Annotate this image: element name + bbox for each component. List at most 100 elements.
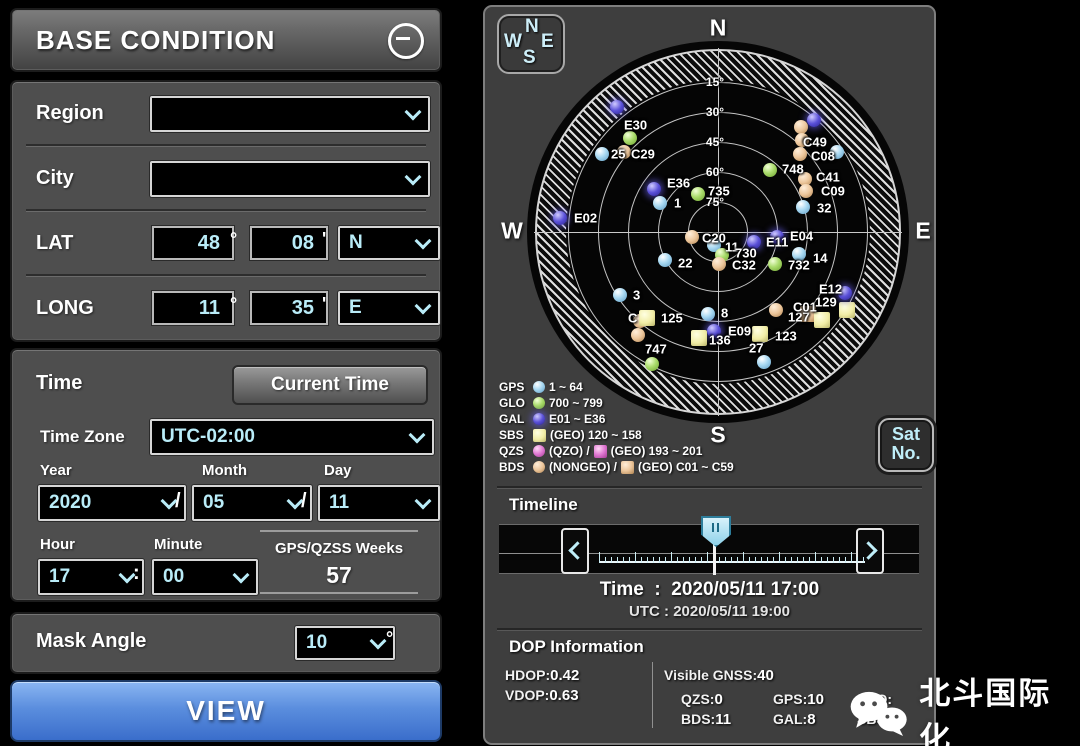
- satellite-E30[interactable]: [610, 100, 624, 114]
- chevron-left-icon: [568, 541, 586, 559]
- compass-w-label: W: [504, 31, 522, 53]
- long-minutes-input[interactable]: 35: [250, 291, 328, 325]
- satellite-C09[interactable]: [799, 184, 813, 198]
- ruler-tick: [851, 552, 852, 563]
- lat-label: LAT: [36, 232, 73, 255]
- month-select[interactable]: 05: [192, 485, 312, 521]
- legend-gps-label: GPS: [499, 380, 529, 394]
- utc-time-text: UTC : 2020/05/11 19:00: [485, 603, 934, 620]
- satellite-3[interactable]: [613, 288, 627, 302]
- satellite-unlabeled[interactable]: [645, 357, 659, 371]
- mask-angle-label: Mask Angle: [36, 630, 146, 653]
- utc-value: 2020/05/11 19:00: [673, 603, 790, 620]
- satellite-C32[interactable]: [712, 257, 726, 271]
- ruler-tick: [827, 557, 828, 563]
- satellite-125[interactable]: [639, 310, 655, 326]
- satellite-label: C: [628, 311, 637, 326]
- divider: [260, 592, 418, 594]
- collapse-icon[interactable]: [388, 23, 424, 59]
- satellite-8[interactable]: [701, 307, 715, 321]
- satellite-E02[interactable]: [553, 211, 567, 225]
- sat-no-button[interactable]: Sat No.: [878, 418, 934, 472]
- lat-degrees-input[interactable]: 48: [152, 226, 234, 260]
- minute-select[interactable]: 00: [152, 559, 258, 595]
- hdop-label: HDOP:: [505, 667, 550, 683]
- legend-row-glo: GLO 700 ~ 799: [499, 396, 603, 410]
- lat-minutes-input[interactable]: 08: [250, 226, 328, 260]
- satellite-136[interactable]: [691, 330, 707, 346]
- ruler-baseline: [599, 561, 865, 563]
- ruler-tick: [599, 552, 600, 563]
- ruler-tick: [743, 552, 744, 563]
- satellite-unlabeled[interactable]: [807, 113, 821, 127]
- year-select[interactable]: 2020: [38, 485, 186, 521]
- region-select[interactable]: [150, 96, 430, 132]
- time-label: Time: [600, 579, 644, 600]
- lat-direction-select[interactable]: N: [338, 226, 440, 260]
- month-label: Month: [202, 462, 247, 479]
- satellite-127[interactable]: [769, 303, 783, 317]
- ruler-tick: [791, 557, 792, 563]
- divider: [497, 486, 922, 489]
- sat-no-line2: No.: [880, 443, 932, 464]
- satellite-unlabeled[interactable]: [794, 120, 808, 134]
- satellite-unlabeled[interactable]: [623, 131, 637, 145]
- day-select[interactable]: 11: [318, 485, 440, 521]
- satellite-label: 748: [782, 162, 804, 177]
- ruler-tick: [863, 557, 864, 563]
- bds-square-icon: [621, 461, 634, 474]
- satellite-E36[interactable]: [647, 182, 661, 196]
- vdop-item: VDOP:0.63: [505, 687, 579, 705]
- city-select[interactable]: [150, 161, 430, 197]
- ruler-tick: [839, 557, 840, 563]
- chevron-down-icon: [415, 232, 432, 249]
- degree-symbol: °: [230, 294, 237, 315]
- legend-bds-nongeo-text: (NONGEO) /: [549, 460, 617, 474]
- satellite-747[interactable]: [631, 328, 645, 342]
- satellite-129[interactable]: [839, 302, 855, 318]
- ruler-tick: [749, 557, 750, 563]
- satellite-label: 129: [815, 295, 837, 310]
- ruler-tick: [761, 557, 762, 563]
- panel-title: BASE CONDITION: [36, 10, 275, 70]
- dop-title: DOP Information: [509, 637, 644, 657]
- satellite-label: C08: [811, 149, 835, 164]
- view-button[interactable]: VIEW: [10, 680, 442, 742]
- satellite-label: C09: [821, 184, 845, 199]
- vdop-value: 0.63: [549, 687, 578, 704]
- day-label: Day: [324, 462, 352, 479]
- gps-count-label: GPS:: [773, 691, 807, 707]
- ruler-tick: [647, 557, 648, 563]
- satellite-C20[interactable]: [685, 230, 699, 244]
- time-label: Time: [36, 372, 82, 395]
- satellite-27[interactable]: [757, 355, 771, 369]
- satellite-32[interactable]: [796, 200, 810, 214]
- ruler-tick: [845, 557, 846, 563]
- legend-gal-range: E01 ~ E36: [549, 412, 605, 426]
- date-separator: /: [175, 490, 181, 513]
- location-panel: Region City LAT 48 ° 08 ' N LONG 11 ° 35…: [10, 80, 442, 342]
- divider: [26, 144, 426, 147]
- ruler-tick: [815, 552, 816, 563]
- timeline-back-button[interactable]: [561, 528, 589, 574]
- satellite-22[interactable]: [658, 253, 672, 267]
- compass-orientation-button[interactable]: N E S W: [497, 14, 565, 74]
- long-degrees-input[interactable]: 11: [152, 291, 234, 325]
- satellite-25[interactable]: [595, 147, 609, 161]
- ruler-tick: [635, 552, 636, 563]
- hour-select[interactable]: 17: [38, 559, 144, 595]
- mask-angle-select[interactable]: 10: [295, 626, 395, 660]
- time-zone-label: Time Zone: [40, 427, 125, 447]
- watermark: 北斗国际化: [847, 668, 1080, 746]
- timeline-ruler[interactable]: [599, 535, 865, 563]
- satellite-735[interactable]: [691, 187, 705, 201]
- chevron-down-icon: [370, 632, 387, 649]
- satellite-748[interactable]: [763, 163, 777, 177]
- ruler-tick: [821, 557, 822, 563]
- current-time-button[interactable]: Current Time: [232, 365, 428, 405]
- long-direction-select[interactable]: E: [338, 291, 440, 325]
- satellite-732[interactable]: [768, 257, 782, 271]
- north-label: N: [710, 15, 727, 42]
- time-zone-select[interactable]: UTC-02:00: [150, 419, 434, 455]
- satellite-1[interactable]: [653, 196, 667, 210]
